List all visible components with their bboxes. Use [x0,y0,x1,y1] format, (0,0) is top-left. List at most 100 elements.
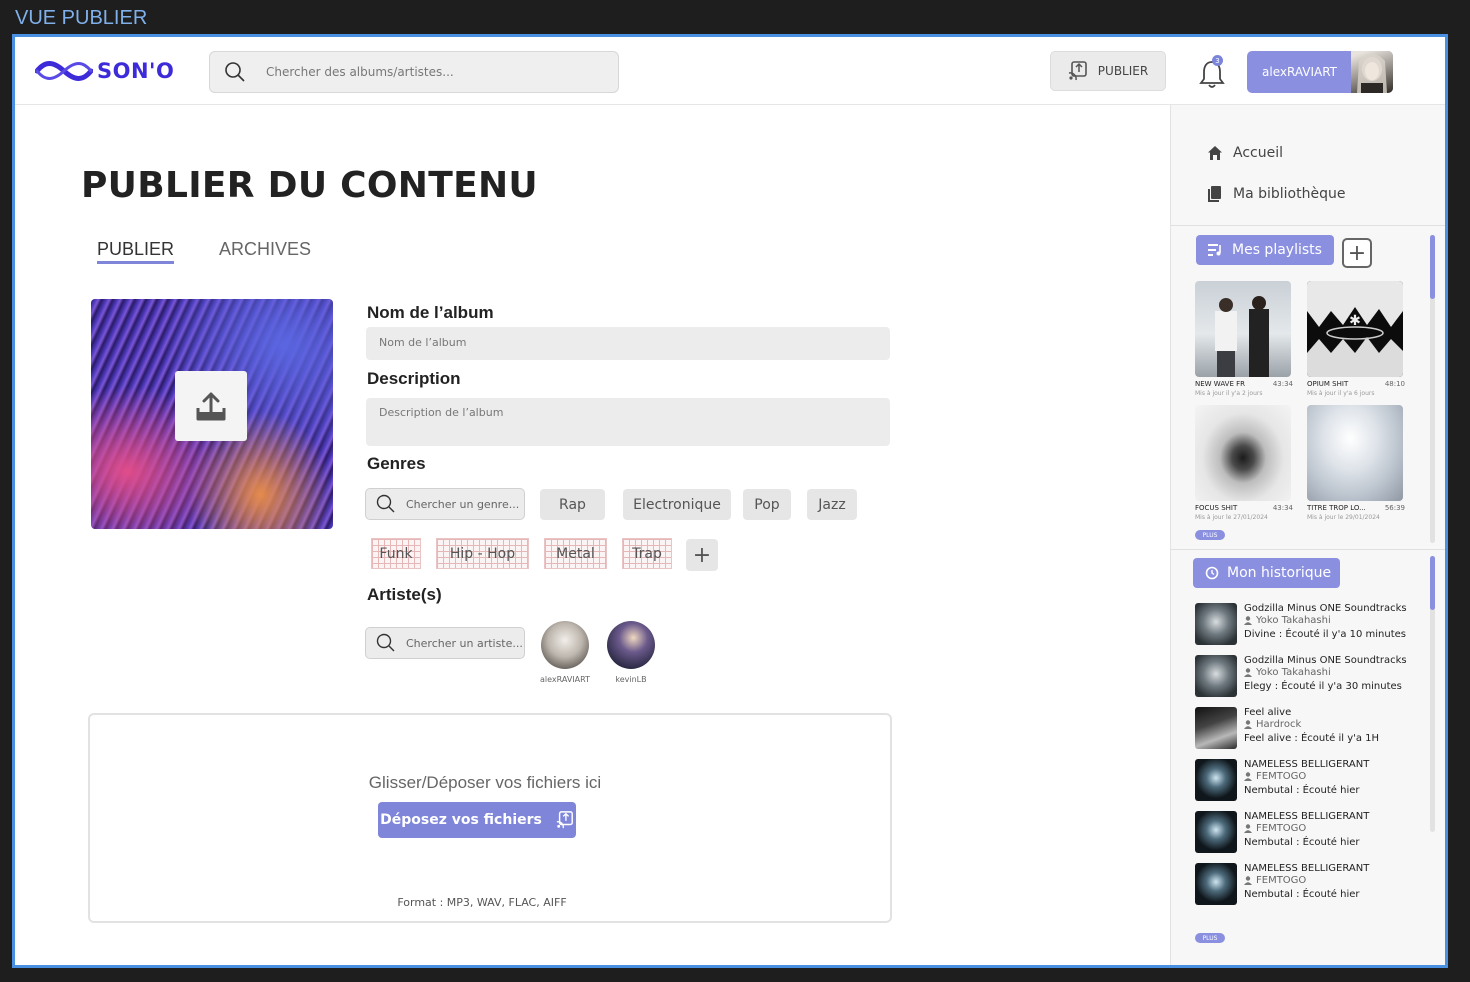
upload-files-button[interactable]: Déposez vos fichiers [378,802,576,838]
artist-name: kevinLB [615,675,647,684]
artist-search-placeholder: Chercher un artiste... [406,636,523,650]
more-history-button[interactable]: PLUS [1195,933,1225,943]
upload-files-label: Déposez vos fichiers [380,812,542,828]
top-bar: SON'O PUBLIER 3 alexRAVIART [15,37,1445,105]
history-label: Mon historique [1227,565,1332,581]
sidebar-item-bibliotheque[interactable]: Ma bibliothèque [1207,185,1345,203]
user-icon [1244,772,1252,781]
history-button[interactable]: Mon historique [1193,558,1340,588]
genre-chip-jazz[interactable]: Jazz [807,489,857,520]
file-dropzone[interactable]: Glisser/Déposer vos fichiers ici Déposez… [88,713,892,923]
history-artist: Hardrock [1244,719,1301,730]
artists-label: Artiste(s) [367,585,442,604]
tab-archives[interactable]: ARCHIVES [219,239,311,260]
search-bar[interactable] [209,51,619,93]
history-title: Feel alive [1244,707,1292,718]
playlist-title: TITRE TROP LO... [1307,504,1366,512]
genre-chip-electronique[interactable]: Electronique [623,489,731,520]
playlists-scrollbar[interactable] [1430,235,1435,543]
playlist-duration: 43:34 [1272,504,1293,512]
genre-chip-hiphop[interactable]: Hip - Hop [436,538,529,569]
clock-icon [1205,566,1219,580]
user-icon [1244,616,1252,625]
history-listened: Divine : Écouté il y'a 10 minutes [1244,629,1407,640]
username: alexRAVIART [1262,65,1338,79]
artist-search[interactable]: Chercher un artiste... [365,627,525,659]
history-cover [1195,603,1237,645]
playlist-duration: 43:34 [1272,380,1293,388]
user-icon [1244,668,1252,677]
history-artist: Yoko Takahashi [1244,667,1331,678]
description-label: Description [367,369,461,388]
playlist-card[interactable]: TITRE TROP LO... 56:39 Mis à jour le 29/0… [1307,405,1405,521]
playlist-card[interactable]: ✱ OPIUM SHIT 48:10 Mis à jour il y'a 6 jo… [1307,281,1405,397]
search-icon [225,62,245,82]
history-item[interactable]: NAMELESS BELLIGERANT FEMTOGO Nembutal : … [1195,863,1425,907]
frame-label: VUE PUBLIER [15,7,148,29]
history-item[interactable]: NAMELESS BELLIGERANT FEMTOGO Nembutal : … [1195,811,1425,855]
playlist-title: FOCUS SHIT [1195,504,1238,512]
add-playlist-button[interactable]: + [1342,238,1372,268]
history-cover [1195,863,1237,905]
search-icon [376,494,395,513]
playlist-updated: Mis à jour il y'a 2 jours [1195,390,1263,397]
tab-publier[interactable]: PUBLIER [97,239,175,264]
genre-chip-trap[interactable]: Trap [622,538,672,569]
playlist-title: NEW WAVE FR [1195,380,1246,388]
library-icon [1208,186,1221,202]
history-item[interactable]: NAMELESS BELLIGERANT FEMTOGO Nembutal : … [1195,759,1425,803]
add-genre-button[interactable]: + [686,539,718,571]
search-icon [376,633,395,652]
scrollbar-thumb[interactable] [1430,556,1435,610]
search-input[interactable] [266,65,596,79]
scrollbar-thumb[interactable] [1430,235,1435,299]
history-artist: FEMTOGO [1244,823,1306,834]
playlist-cover: ✱ [1307,281,1403,377]
logo-wave-icon [35,61,93,81]
history-cover [1195,811,1237,853]
history-item[interactable]: Godzilla Minus ONE Soundtracks Yoko Taka… [1195,603,1425,647]
right-sidebar: Accueil Ma bibliothèque Mes playlists + [1170,105,1445,965]
history-cover [1195,759,1237,801]
genre-search[interactable]: Chercher un genre... [365,488,525,520]
playlists-button[interactable]: Mes playlists [1196,235,1334,265]
playlist-duration: 56:39 [1384,504,1405,512]
history-title: Godzilla Minus ONE Soundtracks [1244,603,1407,614]
playlist-updated: Mis à jour le 29/01/2024 [1307,514,1380,521]
upload-button[interactable] [175,371,247,441]
genre-chip-rap[interactable]: Rap [540,489,605,520]
history-title: Godzilla Minus ONE Soundtracks [1244,655,1407,666]
genre-chip-metal[interactable]: Metal [544,538,607,569]
album-name-field[interactable]: Nom de l’album [366,327,890,360]
sidebar-item-accueil[interactable]: Accueil [1207,145,1283,161]
genre-search-placeholder: Chercher un genre... [406,497,520,511]
publish-button[interactable]: PUBLIER [1050,51,1166,91]
svg-text:✱: ✱ [1349,313,1361,329]
history-listened: Feel alive : Écouté il y'a 1H [1244,733,1380,744]
divider [1171,549,1445,550]
history-item[interactable]: Feel alive Hardrock Feel alive : Écouté … [1195,707,1425,751]
history-listened: Elegy : Écouté il y'a 30 minutes [1244,681,1402,692]
divider [1171,225,1445,226]
description-field[interactable]: Description de l’album [366,398,890,446]
album-cover-upload[interactable] [91,299,333,529]
playlist-card[interactable]: NEW WAVE FR 43:34 Mis à jour il y'a 2 jou… [1195,281,1293,397]
logo[interactable]: SON'O [35,57,174,85]
user-icon [1244,824,1252,833]
history-item[interactable]: Godzilla Minus ONE Soundtracks Yoko Taka… [1195,655,1425,699]
genre-chip-pop[interactable]: Pop [743,489,791,520]
playlists-label: Mes playlists [1232,242,1322,258]
artist-avatar-kevinlb[interactable] [607,621,655,669]
playlist-title: OPIUM SHIT [1307,380,1349,388]
user-menu-button[interactable]: alexRAVIART [1247,51,1393,93]
home-icon [1208,146,1222,160]
history-scrollbar[interactable] [1430,556,1435,832]
history-cover [1195,655,1237,697]
history-listened: Nembutal : Écouté hier [1244,837,1360,848]
more-playlists-button[interactable]: PLUS [1195,530,1225,540]
history-title: NAMELESS BELLIGERANT [1244,759,1370,770]
artist-avatar-alexraviart[interactable] [541,621,589,669]
history-title: NAMELESS BELLIGERANT [1244,811,1370,822]
genre-chip-funk[interactable]: Funk [371,538,421,569]
playlist-card[interactable]: FOCUS SHIT 43:34 Mis à jour le 27/01/2024 [1195,405,1293,521]
